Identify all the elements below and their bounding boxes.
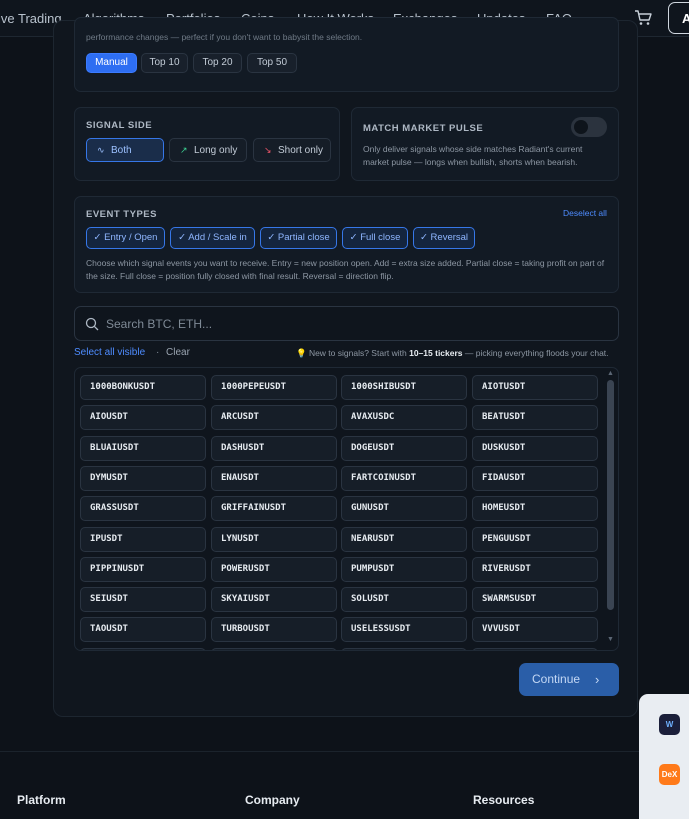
arrow-up-right-icon: ↗ (180, 145, 188, 155)
event-reversal-chip[interactable]: ✓ Reversal (413, 227, 475, 249)
tip-suffix: — picking everything floods your chat. (462, 348, 609, 358)
event-partial-close-chip[interactable]: ✓ Partial close (260, 227, 337, 249)
ticker-chip[interactable]: IPUSDT (80, 526, 206, 552)
ticker-chip[interactable]: VVVUSDT (472, 617, 598, 643)
preset-description: performance changes — perfect if you don… (86, 32, 363, 42)
ticker-chip[interactable]: DOGEUSDT (341, 435, 467, 461)
ticker-chip[interactable]: HOMEUSDT (472, 496, 598, 522)
ticker-chip[interactable]: SOLUSDT (341, 587, 467, 613)
footer-resources-heading: Resources (473, 793, 535, 807)
ticker-chip-partial[interactable] (80, 647, 206, 650)
separator-dot: · (156, 347, 160, 358)
ticker-chip[interactable]: SKYAIUSDT (211, 587, 337, 613)
footer-divider (0, 751, 689, 752)
arrow-down-right-icon: ↘ (264, 145, 272, 155)
ticker-tip: 💡 New to signals? Start with 10–15 ticke… (296, 348, 609, 359)
dex-app-icon[interactable]: DeX (659, 764, 680, 785)
pulse-icon: ∿ (97, 145, 105, 155)
ticker-search (74, 306, 619, 341)
ticker-chip[interactable]: AIOUSDT (80, 405, 206, 431)
side-long-label: Long only (194, 145, 238, 156)
ticker-chip[interactable]: NEARUSDT (341, 526, 467, 552)
preset-top50-button[interactable]: Top 50 (247, 53, 297, 73)
chevron-right-icon: › (595, 672, 600, 687)
ticker-chip-partial[interactable] (211, 647, 337, 650)
ticker-chip[interactable]: PUMPUSDT (341, 556, 467, 582)
ticker-chip[interactable]: AVAXUSDC (341, 405, 467, 431)
ticker-chip[interactable]: 1000SHIBUSDT (341, 375, 467, 400)
event-add-chip[interactable]: ✓ Add / Scale in (170, 227, 255, 249)
side-both-button[interactable]: ∿ Both (86, 138, 164, 162)
event-types-description: Choose which signal events you want to r… (86, 258, 605, 281)
signal-side-panel: SIGNAL SIDE ∿ Both ↗ Long only ↘ Short only (74, 107, 340, 181)
toggle-knob (574, 120, 588, 134)
ticker-chip[interactable]: RIVERUSDT (472, 556, 598, 582)
select-all-visible-link[interactable]: Select all visible (74, 347, 145, 358)
tip-prefix: 💡 New to signals? Start with (296, 348, 410, 358)
floating-app-panel: W DeX (639, 694, 689, 819)
market-pulse-toggle[interactable] (571, 117, 607, 137)
ticker-chip-partial[interactable] (472, 647, 598, 650)
footer-platform-heading: Platform (17, 793, 66, 807)
ticker-chip[interactable]: SWARMSUSDT (472, 587, 598, 613)
event-types-panel: EVENT TYPES Deselect all ✓ Entry / Open … (74, 196, 619, 293)
ticker-chip[interactable]: GRIFFAINUSDT (211, 496, 337, 522)
continue-button[interactable]: Continue › (519, 663, 619, 696)
event-types-title: EVENT TYPES (86, 209, 157, 220)
ticker-chip[interactable]: ENAUSDT (211, 465, 337, 491)
preset-manual-button[interactable]: Manual (86, 53, 137, 73)
market-pulse-panel: MATCH MARKET PULSE Only deliver signals … (351, 107, 619, 181)
ticker-chip[interactable]: USELESSUSDT (341, 617, 467, 643)
ticker-chip[interactable]: BLUAIUSDT (80, 435, 206, 461)
ticker-chip[interactable]: 1000PEPEUSDT (211, 375, 337, 400)
signal-side-title: SIGNAL SIDE (86, 120, 153, 131)
preset-top20-button[interactable]: Top 20 (193, 53, 242, 73)
deselect-all-link[interactable]: Deselect all (563, 208, 607, 218)
ticker-chip[interactable]: ARCUSDT (211, 405, 337, 431)
ticker-chip[interactable]: PENGUUSDT (472, 526, 598, 552)
ticker-chip[interactable]: 1000BONKUSDT (80, 375, 206, 400)
continue-label: Continue (532, 672, 581, 686)
event-entry-chip[interactable]: ✓ Entry / Open (86, 227, 165, 249)
ticker-grid: ▲ ▼ 1000BONKUSDT 1000PEPEUSDT 1000SHIBUSDT… (74, 367, 619, 651)
ticker-chip[interactable]: FIDAUSDT (472, 465, 598, 491)
ticker-chip[interactable]: BEATUSDT (472, 405, 598, 431)
side-short-button[interactable]: ↘ Short only (253, 138, 331, 162)
search-icon (85, 317, 99, 331)
ticker-chip[interactable]: DUSKUSDT (472, 435, 598, 461)
nav-live-trading[interactable]: ive Trading (0, 11, 62, 26)
preset-panel: performance changes — perfect if you don… (74, 17, 619, 92)
ticker-chip[interactable]: LYNUSDT (211, 526, 337, 552)
ticker-chip[interactable]: DYMUSDT (80, 465, 206, 491)
ticker-chip[interactable]: PIPPINUSDT (80, 556, 206, 582)
ticker-chip[interactable]: GUNUSDT (341, 496, 467, 522)
ticker-chip-partial[interactable] (341, 647, 467, 650)
footer-company-heading: Company (245, 793, 300, 807)
ticker-chip[interactable]: GRASSUSDT (80, 496, 206, 522)
wallet-app-icon[interactable]: W (659, 714, 680, 735)
ticker-chip[interactable]: SEIUSDT (80, 587, 206, 613)
ticker-chip[interactable]: TURBOUSDT (211, 617, 337, 643)
ticker-chip[interactable]: TAOUSDT (80, 617, 206, 643)
ticker-chip[interactable]: FARTCOINUSDT (341, 465, 467, 491)
market-pulse-title: MATCH MARKET PULSE (363, 123, 484, 134)
ticker-scrollbar[interactable] (607, 380, 614, 610)
preset-top10-button[interactable]: Top 10 (141, 53, 188, 73)
ticker-chip[interactable]: DASHUSDT (211, 435, 337, 461)
search-input[interactable] (106, 315, 586, 333)
ticker-chip[interactable]: POWERUSDT (211, 556, 337, 582)
signal-setup-card: performance changes — perfect if you don… (53, 17, 638, 717)
clear-link[interactable]: Clear (166, 347, 190, 358)
side-both-label: Both (111, 145, 132, 156)
side-long-button[interactable]: ↗ Long only (169, 138, 247, 162)
ticker-chip[interactable]: AIOTUSDT (472, 375, 598, 400)
market-pulse-description: Only deliver signals whose side matches … (363, 144, 583, 167)
tip-bold: 10–15 tickers (409, 348, 463, 358)
event-full-close-chip[interactable]: ✓ Full close (342, 227, 408, 249)
scroll-down-arrow[interactable]: ▼ (607, 636, 614, 643)
cart-icon[interactable] (634, 10, 652, 26)
account-button[interactable]: A (668, 2, 689, 34)
scroll-up-arrow[interactable]: ▲ (607, 370, 614, 377)
side-short-label: Short only (278, 145, 324, 156)
